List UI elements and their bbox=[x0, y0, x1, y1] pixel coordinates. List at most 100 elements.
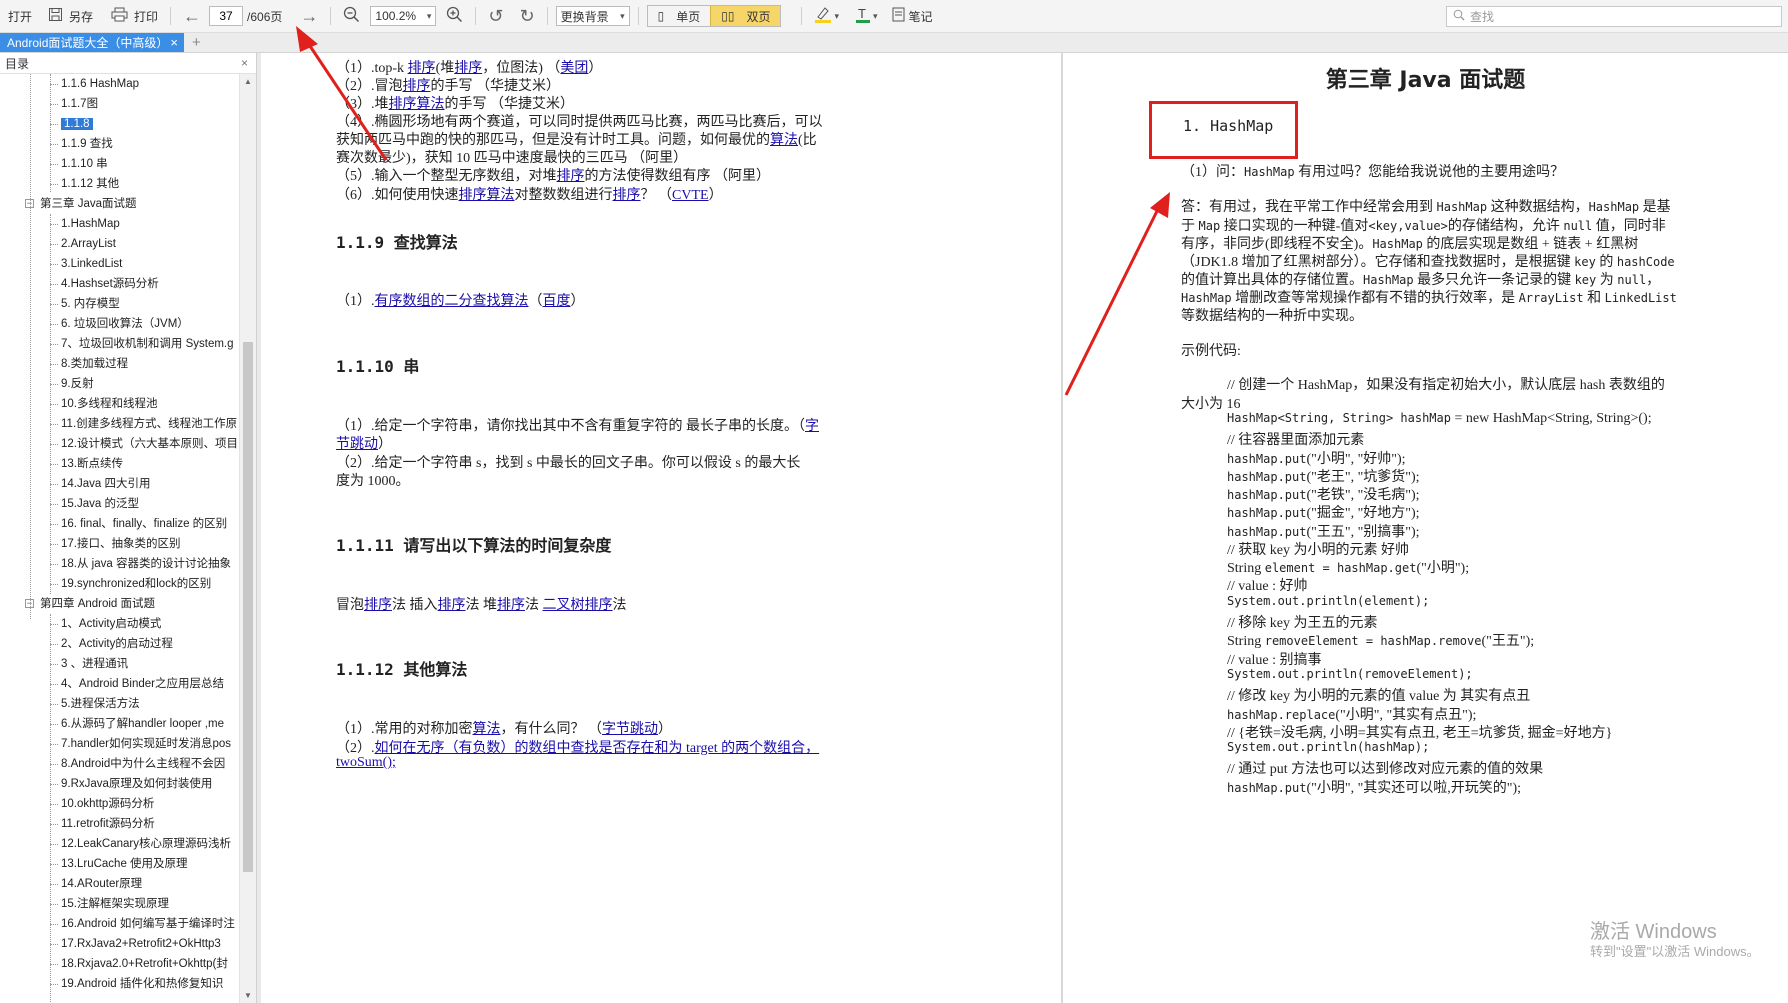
link[interactable]: 美团 bbox=[560, 61, 588, 76]
single-page-button[interactable]: ▯ 单页 bbox=[648, 6, 711, 26]
link[interactable]: 排序 bbox=[557, 169, 585, 184]
toc-item[interactable]: 3 、进程通讯 bbox=[0, 654, 240, 674]
toc-item[interactable]: 1.1.7图 bbox=[0, 94, 240, 114]
toc-item[interactable]: 9.反射 bbox=[0, 374, 240, 394]
toc-item[interactable]: 19.Android 插件化和热修复知识 bbox=[0, 974, 240, 994]
search-input[interactable]: 查找 bbox=[1446, 6, 1782, 27]
link[interactable]: CVTE bbox=[672, 188, 709, 203]
print-button[interactable]: 打印 bbox=[107, 3, 162, 29]
open-button[interactable]: 打开 bbox=[4, 3, 36, 29]
toc-item[interactable]: 3.LinkedList bbox=[0, 254, 240, 274]
toc-item[interactable]: 5.进程保活方法 bbox=[0, 694, 240, 714]
toc-item[interactable]: 13.断点续传 bbox=[0, 454, 240, 474]
toc-item[interactable]: 14.Java 四大引用 bbox=[0, 474, 240, 494]
toc-item[interactable]: 10.多线程和线程池 bbox=[0, 394, 240, 414]
toc-item[interactable]: 18.Rxjava2.0+Retrofit+Okhttp(封 bbox=[0, 954, 240, 974]
zoom-out-icon bbox=[343, 6, 360, 26]
toc-item[interactable]: 16.Android 如何编写基于编译时注 bbox=[0, 914, 240, 934]
toc-item[interactable]: 6. 垃圾回收算法（JVM） bbox=[0, 314, 240, 334]
code-line: // {老铁=没毛病, 小明=其实有点丑, 老王=坑爹货, 掘金=好地方} bbox=[1227, 726, 1613, 741]
text-color-button[interactable]: T ▾ bbox=[851, 3, 882, 29]
toc-item[interactable]: 1.1.9 查找 bbox=[0, 134, 240, 154]
toc-item[interactable]: 4.Hashset源码分析 bbox=[0, 274, 240, 294]
toc-scroll-thumb[interactable] bbox=[243, 342, 253, 872]
page-number-input[interactable] bbox=[209, 6, 244, 26]
toc-item[interactable]: 11.创建多线程方式、线程池工作原 bbox=[0, 414, 240, 434]
toc-item[interactable]: 1、Activity启动模式 bbox=[0, 614, 240, 634]
toc-item[interactable]: 17.RxJava2+Retrofit2+OkHttp3 bbox=[0, 934, 240, 954]
rotate-right-button[interactable]: ↻ bbox=[516, 3, 539, 29]
toc-item[interactable]: 2、Activity的启动过程 bbox=[0, 634, 240, 654]
rotate-left-button[interactable]: ↺ bbox=[484, 3, 507, 29]
link[interactable]: 如何在无序（有负数）的数组中查找是否存在和为 target 的两个数组合， bbox=[375, 741, 820, 756]
link[interactable]: 排序 bbox=[454, 61, 482, 76]
link[interactable]: 排序 bbox=[364, 598, 392, 613]
zoom-in-button[interactable] bbox=[442, 3, 467, 29]
notes-button[interactable]: 笔记 bbox=[888, 3, 937, 29]
close-sidebar-icon[interactable]: × bbox=[241, 56, 248, 70]
toc-item[interactable]: 7、垃圾回收机制和调用 System.g bbox=[0, 334, 240, 354]
link[interactable]: 节跳动 bbox=[336, 437, 378, 452]
toc-item[interactable]: 2.ArrayList bbox=[0, 234, 240, 254]
code-text: (element); bbox=[1357, 594, 1430, 608]
toc-item[interactable]: 9.RxJava原理及如何封装使用 bbox=[0, 774, 240, 794]
text: （1）. bbox=[336, 294, 375, 309]
link[interactable]: 排序 bbox=[403, 79, 431, 94]
toc-item[interactable]: 15.Java 的泛型 bbox=[0, 494, 240, 514]
toc-item[interactable]: 1.1.6 HashMap bbox=[0, 74, 240, 94]
link[interactable]: 算法 bbox=[473, 722, 501, 737]
link[interactable]: 排序算法 bbox=[389, 97, 445, 112]
toc-item[interactable]: 19.synchronized和lock的区别 bbox=[0, 574, 240, 594]
toc-item[interactable]: 6.从源码了解handler looper ,me bbox=[0, 714, 240, 734]
link[interactable]: 排序 bbox=[613, 188, 641, 203]
toc-item[interactable]: 1.1.12 其他 bbox=[0, 174, 240, 194]
scroll-up-icon[interactable]: ▲ bbox=[244, 77, 252, 86]
toc-item[interactable]: 15.注解框架实现原理 bbox=[0, 894, 240, 914]
toc-item[interactable]: 4、Android Binder之应用层总结 bbox=[0, 674, 240, 694]
close-tab-icon[interactable]: × bbox=[170, 35, 178, 50]
link[interactable]: 字 bbox=[805, 419, 819, 434]
background-select[interactable]: 更换背景 ▾ bbox=[555, 6, 630, 26]
next-page-button[interactable]: → bbox=[296, 3, 322, 29]
toc-label: 6.从源码了解handler looper ,me bbox=[61, 718, 224, 730]
toc-item[interactable]: 10.okhttp源码分析 bbox=[0, 794, 240, 814]
document-tab[interactable]: Android面试题大全（中高级） × bbox=[0, 33, 184, 52]
link[interactable]: 排序 bbox=[438, 598, 466, 613]
link[interactable]: 排序算法 bbox=[459, 188, 515, 203]
toc-item[interactable]: 17.接口、抽象类的区别 bbox=[0, 534, 240, 554]
toc-item[interactable]: 1.HashMap bbox=[0, 214, 240, 234]
zoom-out-button[interactable] bbox=[339, 3, 364, 29]
toc-item[interactable]: 12.设计模式（六大基本原则、项目 bbox=[0, 434, 240, 454]
link[interactable]: 百度 bbox=[543, 294, 571, 309]
scroll-down-icon[interactable]: ▼ bbox=[244, 991, 252, 1000]
toc-chapter[interactable]: − 第四章 Android 面试题 bbox=[0, 594, 240, 614]
toc-item[interactable]: 8.Android中为什么主线程不会因 bbox=[0, 754, 240, 774]
link[interactable]: twoSum(); bbox=[336, 755, 396, 770]
link[interactable]: 排序 bbox=[497, 598, 525, 613]
prev-page-button[interactable]: ← bbox=[179, 3, 205, 29]
save-as-button[interactable]: 另存 bbox=[44, 3, 97, 29]
toc-item[interactable]: 1.1.8 bbox=[0, 114, 240, 134]
toc-item[interactable]: 8.类加载过程 bbox=[0, 354, 240, 374]
zoom-select[interactable]: 100.2% ▾ bbox=[370, 6, 437, 26]
highlight-button[interactable]: ▾ bbox=[810, 3, 843, 29]
link[interactable]: 有序数组的二分查找算法 bbox=[375, 294, 529, 309]
link[interactable]: 排序 bbox=[408, 61, 436, 76]
question-line: （2）.如何在无序（有负数）的数组中查找是否存在和为 target 的两个数组合… bbox=[336, 737, 819, 757]
toc-item[interactable]: 14.ARouter原理 bbox=[0, 874, 240, 894]
toc-item[interactable]: 16. final、finally、finalize 的区别 bbox=[0, 514, 240, 534]
double-page-button[interactable]: ▯▯ 双页 bbox=[710, 6, 781, 26]
toc-scrollbar[interactable]: ▲ ▼ bbox=[239, 74, 256, 1003]
toc-chapter[interactable]: − 第三章 Java面试题 bbox=[0, 194, 240, 214]
toc-item[interactable]: 11.retrofit源码分析 bbox=[0, 814, 240, 834]
toc-item[interactable]: 13.LruCache 使用及原理 bbox=[0, 854, 240, 874]
toc-item[interactable]: 12.LeakCanary核心原理源码浅析 bbox=[0, 834, 240, 854]
toc-item[interactable]: 18.从 java 容器类的设计讨论抽象 bbox=[0, 554, 240, 574]
link[interactable]: 二叉树排序 bbox=[543, 598, 613, 613]
toc-item[interactable]: 1.1.10 串 bbox=[0, 154, 240, 174]
add-tab-button[interactable]: + bbox=[192, 33, 201, 52]
toc-item[interactable]: 5. 内存模型 bbox=[0, 294, 240, 314]
toc-item[interactable]: 7.handler如何实现延时发消息pos bbox=[0, 734, 240, 754]
link[interactable]: 算法 bbox=[770, 133, 798, 148]
link[interactable]: 字节跳动 bbox=[602, 722, 658, 737]
